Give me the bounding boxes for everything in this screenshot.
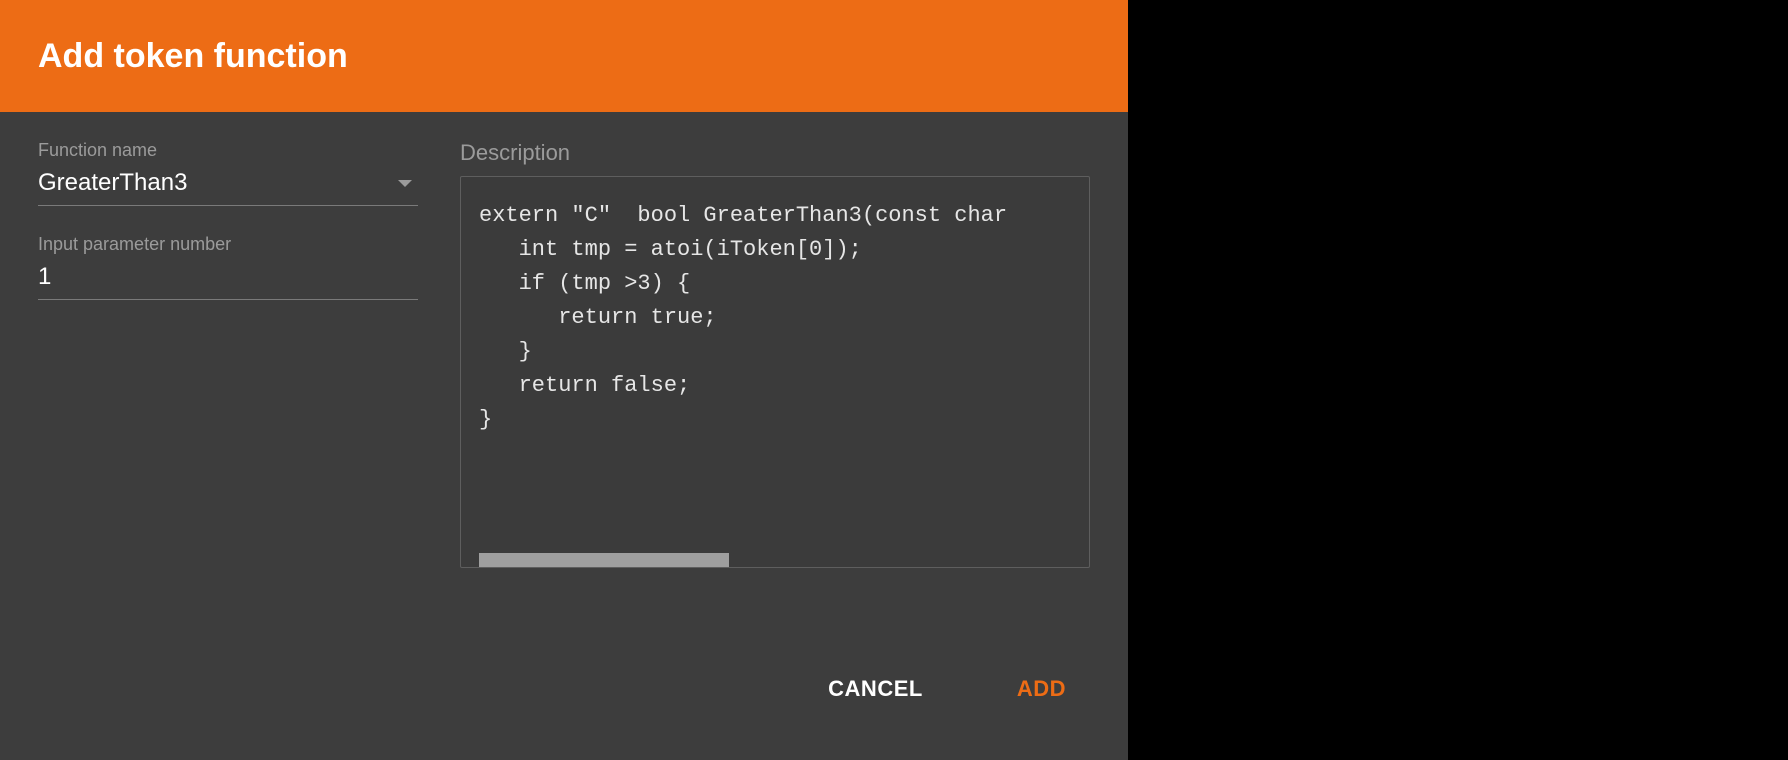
input-param-number-label: Input parameter number	[38, 234, 418, 255]
input-param-number-value: 1	[38, 263, 51, 290]
input-param-number-input[interactable]: 1	[38, 263, 418, 300]
cancel-button[interactable]: CANCEL	[826, 670, 925, 708]
chevron-down-icon	[398, 180, 412, 187]
description-code-box[interactable]: extern "C" bool GreaterThan3(const char …	[460, 176, 1090, 568]
input-param-number-field: Input parameter number 1	[38, 234, 418, 300]
function-name-field: Function name GreaterThan3	[38, 140, 418, 206]
function-name-select[interactable]: GreaterThan3	[38, 169, 418, 206]
function-name-value: GreaterThan3	[38, 169, 187, 197]
right-column: Description extern "C" bool GreaterThan3…	[460, 140, 1090, 568]
description-label: Description	[460, 140, 1090, 166]
function-name-label: Function name	[38, 140, 418, 161]
horizontal-scrollbar-track[interactable]	[461, 553, 1089, 567]
add-button[interactable]: ADD	[1015, 670, 1068, 708]
left-column: Function name GreaterThan3 Input paramet…	[38, 140, 418, 568]
dialog-body: Function name GreaterThan3 Input paramet…	[0, 112, 1128, 568]
dialog-button-row: CANCEL ADD	[826, 670, 1068, 708]
horizontal-scrollbar-thumb[interactable]	[479, 553, 729, 567]
dialog-title: Add token function	[38, 37, 348, 76]
dialog-title-bar: Add token function	[0, 0, 1128, 112]
add-token-function-dialog: Add token function Function name Greater…	[0, 0, 1128, 760]
description-code: extern "C" bool GreaterThan3(const char …	[461, 177, 1089, 455]
